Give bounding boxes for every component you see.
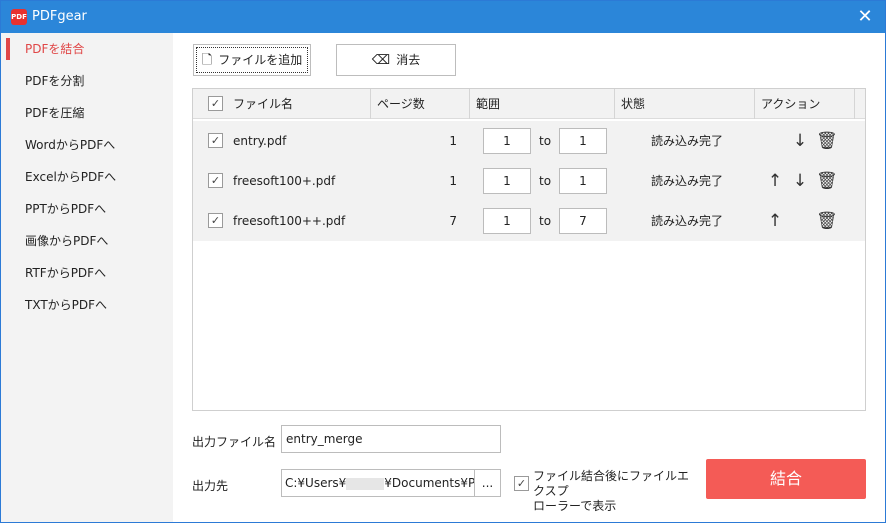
clear-label: 消去: [396, 53, 421, 67]
open-explorer-label: ファイル結合後にファイルエクスプ ローラーで表示: [533, 469, 693, 514]
main-panel: 🗋 ファイルを追加 ⌫ 消去 ✓ ファイル名 ページ数 範囲 状態 アクション ✓ …: [173, 33, 885, 522]
row-file-name: entry.pdf: [233, 134, 287, 148]
output-dest-label: 出力先: [192, 479, 229, 493]
range-to-input[interactable]: 1: [559, 168, 607, 194]
clear-button[interactable]: ⌫ 消去: [336, 44, 456, 76]
header-status: 状態: [615, 89, 755, 119]
app-title: PDFgear: [32, 9, 87, 24]
file-table: ✓ ファイル名 ページ数 範囲 状態 アクション ✓ entry.pdf 1 1…: [192, 88, 866, 411]
eraser-icon: ⌫: [371, 53, 391, 68]
add-file-button[interactable]: 🗋 ファイルを追加: [193, 44, 311, 76]
row-checkbox[interactable]: ✓: [208, 133, 223, 148]
sidebar-item-word-to-pdf[interactable]: WordからPDFへ: [1, 129, 173, 161]
arrow-up-icon[interactable]: ↑: [765, 210, 785, 232]
add-file-label: ファイルを追加: [218, 53, 303, 67]
header-pages: ページ数: [371, 89, 470, 119]
sidebar-item-ppt-to-pdf[interactable]: PPTからPDFへ: [1, 193, 173, 225]
select-all-checkbox[interactable]: ✓: [208, 96, 223, 111]
range-to-input[interactable]: 1: [559, 128, 607, 154]
open-explorer-checkbox[interactable]: ✓: [514, 476, 529, 491]
arrow-down-icon[interactable]: ↓: [790, 130, 810, 152]
app-logo: PDF: [11, 9, 27, 25]
range-from-input[interactable]: 1: [483, 168, 531, 194]
open-explorer-label-line2: ローラーで表示: [533, 499, 617, 513]
sidebar-item-compress-pdf[interactable]: PDFを圧縮: [1, 97, 173, 129]
trash-icon[interactable]: 🗑: [816, 170, 838, 192]
trash-icon[interactable]: 🗑: [816, 130, 838, 152]
header-range: 範囲: [470, 89, 615, 119]
table-header: ✓ ファイル名 ページ数 範囲 状態 アクション: [193, 89, 865, 119]
header-file-name: ファイル名: [227, 89, 371, 119]
range-from-input[interactable]: 1: [483, 208, 531, 234]
sidebar-item-merge-pdf[interactable]: PDFを結合: [1, 33, 173, 65]
row-status: 読み込み完了: [651, 134, 724, 148]
browse-button[interactable]: ...: [474, 469, 501, 497]
row-file-name: freesoft100+.pdf: [233, 174, 336, 188]
range-to-label: to: [539, 174, 552, 188]
row-status: 読み込み完了: [651, 214, 724, 228]
redacted-username: [346, 477, 385, 490]
trash-icon[interactable]: 🗑: [816, 210, 838, 232]
range-to-label: to: [539, 214, 552, 228]
sidebar-item-image-to-pdf[interactable]: 画像からPDFへ: [1, 225, 173, 257]
output-name-field[interactable]: entry_merge: [281, 425, 501, 453]
sidebar-item-txt-to-pdf[interactable]: TXTからPDFへ: [1, 289, 173, 321]
row-status: 読み込み完了: [651, 174, 724, 188]
range-to-label: to: [539, 134, 552, 148]
output-dest-field[interactable]: C:¥Users¥ ¥Documents¥PDFg: [281, 469, 475, 497]
row-checkbox[interactable]: ✓: [208, 213, 223, 228]
sidebar: PDFを結合 PDFを分割 PDFを圧縮 WordからPDFへ ExcelからP…: [1, 33, 173, 522]
title-bar: PDF PDFgear ✕: [1, 1, 885, 33]
table-row: ✓ entry.pdf 1 1 to 1 読み込み完了 ↓ 🗑: [193, 121, 865, 161]
file-plus-icon: 🗋: [201, 53, 213, 68]
row-page-count: 7: [449, 214, 457, 228]
sidebar-item-excel-to-pdf[interactable]: ExcelからPDFへ: [1, 161, 173, 193]
arrow-down-icon[interactable]: ↓: [790, 170, 810, 192]
row-checkbox[interactable]: ✓: [208, 173, 223, 188]
dest-path-suffix: ¥Documents¥PDFg: [384, 476, 475, 490]
merge-button[interactable]: 結合: [706, 459, 866, 499]
sidebar-item-split-pdf[interactable]: PDFを分割: [1, 65, 173, 97]
close-icon[interactable]: ✕: [855, 7, 875, 27]
range-from-input[interactable]: 1: [483, 128, 531, 154]
table-row: ✓ freesoft100+.pdf 1 1 to 1 読み込み完了 ↑ ↓ 🗑: [193, 161, 865, 201]
range-to-input[interactable]: 7: [559, 208, 607, 234]
header-action: アクション: [755, 89, 855, 119]
table-row: ✓ freesoft100++.pdf 7 1 to 7 読み込み完了 ↑ 🗑: [193, 201, 865, 241]
row-page-count: 1: [449, 134, 457, 148]
output-name-label: 出力ファイル名: [192, 435, 277, 449]
sidebar-item-rtf-to-pdf[interactable]: RTFからPDFへ: [1, 257, 173, 289]
arrow-up-icon[interactable]: ↑: [765, 170, 785, 192]
open-explorer-label-line1: ファイル結合後にファイルエクスプ: [533, 469, 690, 498]
dest-path-prefix: C:¥Users¥: [285, 476, 347, 490]
app-window: PDF PDFgear ✕ PDFを結合 PDFを分割 PDFを圧縮 Wordか…: [0, 0, 886, 523]
row-file-name: freesoft100++.pdf: [233, 214, 346, 228]
row-page-count: 1: [449, 174, 457, 188]
